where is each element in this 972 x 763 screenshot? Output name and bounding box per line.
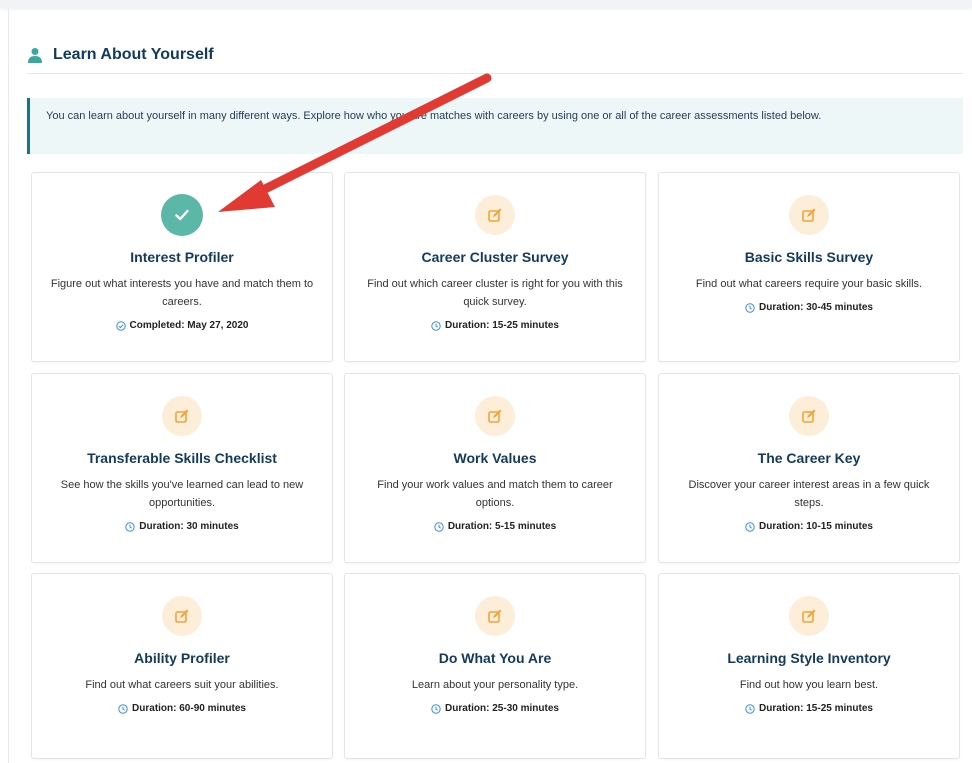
assessment-card-work-values[interactable]: Work Values Find your work values and ma… — [344, 373, 646, 563]
assessment-card-ability-profiler[interactable]: Ability Profiler Find out what careers s… — [31, 573, 333, 759]
card-title[interactable]: Work Values — [355, 449, 635, 467]
clock-icon — [431, 321, 441, 331]
card-title[interactable]: Learning Style Inventory — [669, 649, 949, 667]
clock-icon — [745, 704, 755, 714]
section-header: Learn About Yourself — [27, 44, 963, 74]
clock-icon — [434, 522, 444, 532]
intro-callout: You can learn about yourself in many dif… — [27, 98, 963, 154]
card-title[interactable]: Do What You Are — [355, 649, 635, 667]
card-title[interactable]: Interest Profiler — [42, 248, 322, 266]
card-description: Find your work values and match them to … — [377, 479, 613, 509]
card-meta-text: Duration: 5-15 minutes — [447, 521, 557, 532]
content-frame-edge — [8, 8, 9, 763]
card-duration: Duration: 15-25 minutes — [355, 319, 635, 333]
card-description: Discover your career interest areas in a… — [688, 479, 930, 509]
edit-icon — [162, 596, 202, 636]
edit-icon — [475, 195, 515, 235]
card-description: See how the skills you've learned can le… — [60, 479, 304, 509]
assessment-card-do-what-you-are[interactable]: Do What You Are Learn about your persona… — [344, 573, 646, 759]
assessment-card-the-career-key[interactable]: The Career Key Discover your career inte… — [658, 373, 960, 563]
card-meta-text: Duration: 10-15 minutes — [759, 521, 873, 532]
card-meta-text: Completed: May 27, 2020 — [129, 320, 249, 331]
card-description: Find out what careers require your basic… — [695, 278, 923, 290]
edit-icon — [162, 396, 202, 436]
card-meta-text: Duration: 25-30 minutes — [445, 703, 559, 714]
card-meta-text: Duration: 30 minutes — [139, 521, 239, 532]
card-meta-text: Duration: 60-90 minutes — [132, 703, 246, 714]
clock-icon — [125, 522, 135, 532]
card-completed-date: Completed: May 27, 2020 — [42, 319, 322, 333]
edit-icon — [475, 396, 515, 436]
card-duration: Duration: 5-15 minutes — [355, 520, 635, 534]
clock-icon — [745, 522, 755, 532]
card-title[interactable]: Career Cluster Survey — [355, 248, 635, 266]
assessment-card-interest-profiler[interactable]: Interest Profiler Figure out what intere… — [31, 172, 333, 362]
card-description: Figure out what interests you have and m… — [50, 278, 314, 308]
edit-icon — [789, 396, 829, 436]
card-meta-text: Duration: 30-45 minutes — [759, 302, 873, 313]
card-description: Find out how you learn best. — [739, 679, 879, 691]
completed-check-icon — [115, 321, 126, 331]
assessment-card-career-cluster-survey[interactable]: Career Cluster Survey Find out which car… — [344, 172, 646, 362]
clock-icon — [431, 704, 441, 714]
assessment-card-transferable-skills-checklist[interactable]: Transferable Skills Checklist See how th… — [31, 373, 333, 563]
top-bar — [0, 0, 972, 8]
edit-icon — [789, 596, 829, 636]
card-duration: Duration: 60-90 minutes — [42, 702, 322, 716]
user-icon — [28, 48, 42, 63]
assessment-card-learning-style-inventory[interactable]: Learning Style Inventory Find out how yo… — [658, 573, 960, 759]
card-description: Find out which career cluster is right f… — [367, 278, 623, 308]
card-duration: Duration: 30-45 minutes — [669, 301, 949, 315]
card-duration: Duration: 15-25 minutes — [669, 702, 949, 716]
card-title[interactable]: Ability Profiler — [42, 649, 322, 667]
page-title: Learn About Yourself — [53, 46, 214, 63]
edit-icon — [475, 596, 515, 636]
card-title[interactable]: Basic Skills Survey — [669, 248, 949, 266]
clock-icon — [745, 303, 755, 313]
card-title[interactable]: Transferable Skills Checklist — [42, 449, 322, 467]
card-description: Learn about your personality type. — [411, 679, 579, 691]
card-duration: Duration: 10-15 minutes — [669, 520, 949, 534]
clock-icon — [118, 704, 128, 714]
intro-text: You can learn about yourself in many dif… — [46, 110, 822, 122]
card-duration: Duration: 30 minutes — [42, 520, 322, 534]
card-meta-text: Duration: 15-25 minutes — [759, 703, 873, 714]
card-description: Find out what careers suit your abilitie… — [85, 679, 279, 691]
card-meta-text: Duration: 15-25 minutes — [445, 320, 559, 331]
card-title[interactable]: The Career Key — [669, 449, 949, 467]
assessment-card-basic-skills-survey[interactable]: Basic Skills Survey Find out what career… — [658, 172, 960, 362]
check-icon — [161, 194, 203, 236]
edit-icon — [789, 195, 829, 235]
card-duration: Duration: 25-30 minutes — [355, 702, 635, 716]
